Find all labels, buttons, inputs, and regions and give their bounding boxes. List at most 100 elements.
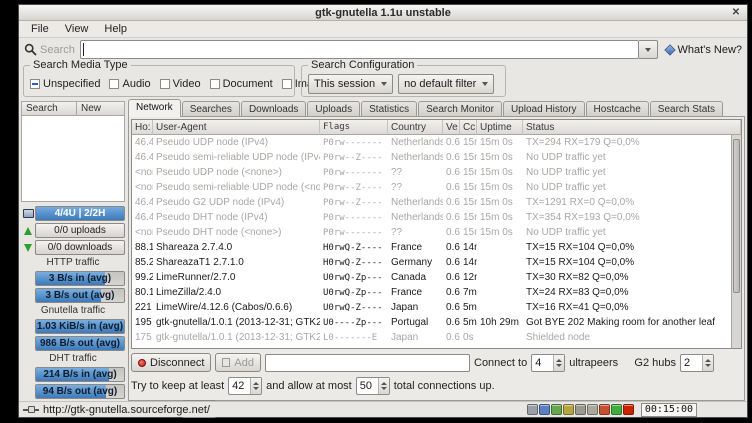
table-row[interactable]: 80.1LimeZilla/2.4.0U0rwQ-Zp---France0.67… — [132, 285, 741, 300]
tab-search-stats[interactable]: Search Stats — [650, 101, 723, 117]
column-header-uptime[interactable]: Uptime — [477, 120, 523, 135]
checkbox-label: Video — [173, 78, 201, 90]
cell-flags: P0rw--Z---- — [320, 198, 388, 208]
menu-file[interactable]: File — [23, 22, 57, 36]
traffic-bar-row: 3 B/s out (avg) — [21, 288, 125, 303]
cell-flags: P0rw------- — [320, 213, 388, 223]
tab-hostcache[interactable]: Hostcache — [586, 101, 649, 117]
disconnect-button[interactable]: Disconnect — [131, 353, 211, 372]
add-node-input[interactable] — [265, 354, 470, 372]
table-row[interactable]: 46.4Pseudo DHT node (IPv4)P0rw-------Net… — [132, 210, 741, 225]
add-node-icon — [222, 358, 230, 367]
connections-button[interactable]: 4/4U | 2/2H — [35, 206, 125, 221]
menu-view[interactable]: View — [57, 22, 97, 36]
column-header-flags[interactable]: Flags — [320, 120, 388, 135]
table-row[interactable]: 175gtk-gnutella/1.0.1 (2013-12-31; GTK2;… — [132, 330, 741, 345]
progress-text: 94 B/s out (avg) — [36, 385, 124, 398]
cell-country: Netherlands — [388, 212, 443, 223]
close-button[interactable]: ✕ — [729, 6, 743, 19]
tab-network[interactable]: Network — [128, 99, 181, 117]
tab-search-monitor[interactable]: Search Monitor — [418, 101, 502, 117]
traffic-progressbar: 3 B/s in (avg) — [35, 271, 125, 286]
column-header-status[interactable]: Status — [523, 120, 741, 135]
cell-status: TX=294 RX=179 Q=0,0% — [523, 137, 741, 148]
search-row: Search What's New? — [19, 38, 747, 61]
column-header-search[interactable]: Search — [21, 101, 77, 116]
column-header-new[interactable]: New — [77, 101, 125, 116]
checkbox-document[interactable]: Document — [210, 78, 273, 90]
cell-ua: LimeRunner/2.7.0 — [153, 272, 320, 283]
g2-hubs-value: 2 — [681, 357, 702, 369]
cell-flags: P0rw------- — [320, 168, 388, 178]
vertical-scrollbar[interactable] — [731, 135, 741, 348]
tab-upload-history[interactable]: Upload History — [503, 101, 585, 117]
cell-status: TX=1291 RX=0 Q=0,0% — [523, 197, 741, 208]
traffic-progressbar: 94 B/s out (avg) — [35, 384, 125, 399]
search-media-type-frame: Search Media Type UnspecifiedAudioVideoD… — [23, 65, 295, 97]
search-list[interactable] — [21, 116, 125, 202]
table-row[interactable]: <norPseudo UDP node (<none>)P0rw-------?… — [132, 165, 741, 180]
g2-hubs-spinner[interactable]: 2 — [680, 354, 714, 372]
cell-ve: 0.6 — [443, 257, 460, 268]
search-history-dropdown[interactable] — [639, 40, 658, 59]
cell-country: Netherlands — [388, 197, 443, 208]
scrollbar-thumb[interactable] — [733, 139, 740, 292]
cell-flags: U0rwQ-Z---- — [320, 303, 388, 313]
tab-searches[interactable]: Searches — [182, 101, 240, 117]
session-dropdown[interactable]: This session — [308, 74, 393, 94]
chevron-down-icon — [645, 48, 651, 52]
status-tray — [527, 404, 634, 415]
table-row[interactable]: 88.1Shareaza 2.7.4.0H0rwQ-Z----France0.6… — [132, 240, 741, 255]
menu-help[interactable]: Help — [96, 22, 135, 36]
table-row[interactable]: 99.2LimeRunner/2.7.0U0rwQ-Zp---Canada0.6… — [132, 270, 741, 285]
column-header-cc[interactable]: Cc — [460, 120, 477, 135]
search-input[interactable] — [80, 40, 639, 59]
cell-host: 80.1 — [132, 287, 153, 298]
cell-flags: H0rwQ-Z---- — [320, 243, 388, 253]
main-notebook: NetworkSearchesDownloadsUploadsStatistic… — [128, 99, 747, 401]
add-node-button[interactable]: Add — [215, 353, 261, 372]
table-row[interactable]: <norPseudo semi-reliable UDP node (<none… — [132, 180, 741, 195]
column-header-ua[interactable]: User-Agent — [153, 120, 320, 135]
uploads-button[interactable]: 0/0 uploads — [35, 223, 125, 238]
table-row[interactable]: 195gtk-gnutella/1.0.1 (2013-12-31; GTK2;… — [132, 315, 741, 330]
cell-uptime: 15m 0s — [477, 167, 523, 178]
tab-downloads[interactable]: Downloads — [241, 101, 306, 117]
cell-host: 85.2 — [132, 257, 153, 268]
traffic-progressbar: 986 B/s out (avg) — [35, 336, 125, 351]
column-header-country[interactable]: Country — [388, 120, 443, 135]
app-window: gtk-gnutella 1.1u unstable ✕ FileViewHel… — [18, 4, 748, 418]
table-row[interactable]: <norPseudo DHT node (<none>)P0rw-------?… — [132, 225, 741, 240]
cell-host: 46.4 — [132, 152, 153, 163]
cell-ve: 0.6 — [443, 182, 460, 193]
cell-country: Canada — [388, 272, 443, 283]
title-bar[interactable]: gtk-gnutella 1.1u unstable ✕ — [19, 5, 747, 21]
tab-uploads[interactable]: Uploads — [307, 101, 360, 117]
whats-new-link[interactable]: What's New? — [665, 44, 742, 56]
dht-traffic-label: DHT traffic — [21, 353, 125, 365]
table-row[interactable]: 221LimeWire/4.12.6 (Cabos/0.6.6)U0rwQ-Z-… — [132, 300, 741, 315]
checkbox-audio[interactable]: Audio — [109, 78, 150, 90]
cell-host: 195 — [132, 317, 153, 328]
cell-status: No UDP traffic yet — [523, 227, 741, 238]
network-node-icon — [23, 209, 34, 218]
keep-at-least-spinner[interactable]: 42 — [228, 377, 262, 395]
allow-at-most-spinner[interactable]: 50 — [356, 377, 390, 395]
checkbox-video[interactable]: Video — [160, 78, 201, 90]
table-row[interactable]: 46.4Pseudo UDP node (IPv4)P0rw-------Net… — [132, 135, 741, 150]
column-header-host[interactable]: Ho: — [132, 120, 153, 135]
table-row[interactable]: 46.4Pseudo semi-reliable UDP node (IPv4)… — [132, 150, 741, 165]
cell-status: TX=354 RX=193 Q=0,0% — [523, 212, 741, 223]
ultrapeers-label: ultrapeers — [569, 357, 618, 369]
tab-statistics[interactable]: Statistics — [361, 101, 417, 117]
checkbox-label: Audio — [122, 78, 150, 90]
cell-status: No UDP traffic yet — [523, 182, 741, 193]
checkbox-unspecified[interactable]: Unspecified — [30, 78, 100, 90]
column-header-ve[interactable]: Ve — [443, 120, 460, 135]
ultrapeers-spinner[interactable]: 4 — [531, 354, 565, 372]
table-row[interactable]: 85.2ShareazaT1 2.7.1.0H0rwQ-Z----Germany… — [132, 255, 741, 270]
checkbox-box — [109, 79, 119, 89]
default-filter-dropdown[interactable]: no default filter — [398, 74, 494, 94]
table-row[interactable]: 46.4Pseudo G2 UDP node (IPv4)P0rw--Z----… — [132, 195, 741, 210]
downloads-button[interactable]: 0/0 downloads — [35, 240, 125, 255]
